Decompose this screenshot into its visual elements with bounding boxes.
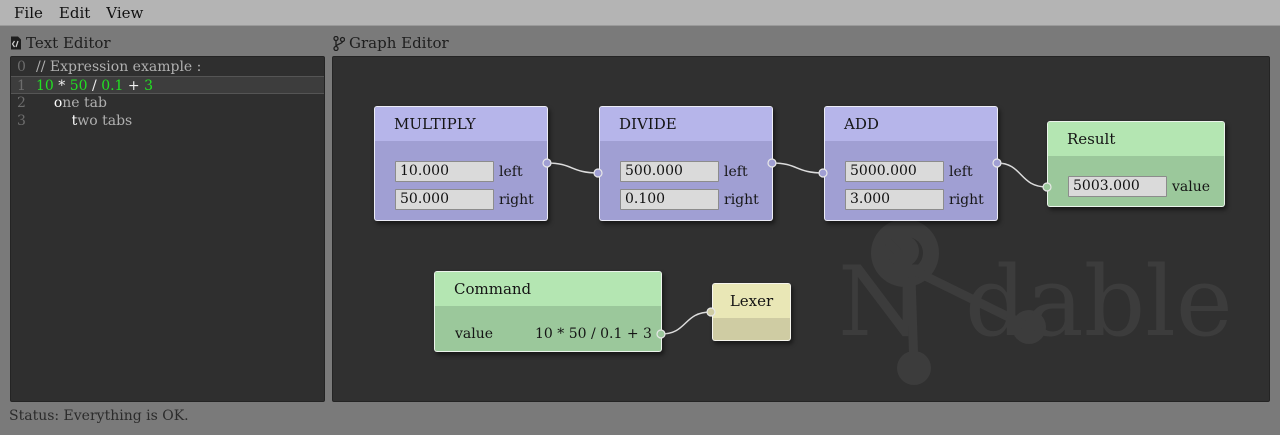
code-text: wo tabs <box>77 113 133 129</box>
divide-input-connector <box>593 168 603 178</box>
line-number: 1 <box>17 78 26 94</box>
divide-output-connector <box>767 158 777 168</box>
token-operator: * <box>53 78 70 94</box>
graph-editor-title: Graph Editor <box>333 34 449 52</box>
connectors-layer <box>542 158 1052 339</box>
text-editor-title: Text Editor <box>10 34 111 52</box>
token-operator: + <box>123 78 145 94</box>
menu-view[interactable]: View <box>98 4 151 22</box>
line-number: 3 <box>17 113 26 129</box>
lexer-input-connector <box>706 307 716 317</box>
status-bar: Status: Everything is OK. <box>9 408 189 424</box>
token-number: 0.1 <box>101 78 124 94</box>
menu-file[interactable]: File <box>6 4 51 22</box>
text-editor-label: Text Editor <box>26 34 111 52</box>
token-number: 10 <box>36 78 54 94</box>
line-number: 2 <box>17 95 26 111</box>
line-number: 0 <box>17 59 26 75</box>
code-comment: // Expression example : <box>36 59 202 75</box>
menu-edit[interactable]: Edit <box>51 4 98 22</box>
code-line-0[interactable]: 0 // Expression example : <box>11 58 324 76</box>
code-line-2[interactable]: 2 o ne tab <box>11 94 324 112</box>
token-number: 50 <box>69 78 88 94</box>
code-text: ne tab <box>62 95 107 111</box>
command-output-connector <box>656 329 666 339</box>
add-input-connector <box>818 168 828 178</box>
code-line-3[interactable]: 3 t wo tabs <box>11 112 324 130</box>
result-input-connector <box>1042 182 1052 192</box>
code-line-1[interactable]: 1 10 * 50 / 0.1 + 3 <box>11 76 324 94</box>
token-operator: / <box>87 78 102 94</box>
code-file-icon <box>11 36 21 50</box>
graph-canvas[interactable]: N dable MULTIPLY 10.000 left 50.000 righ… <box>332 56 1270 402</box>
multiply-output-connector <box>542 158 552 168</box>
branch-icon <box>333 35 345 51</box>
graph-editor-label: Graph Editor <box>349 34 449 52</box>
menu-bar: File Edit View <box>0 0 1280 26</box>
token-number: 3 <box>144 78 154 94</box>
text-cursor: o <box>53 95 63 111</box>
text-editor[interactable]: 0 // Expression example : 1 10 * 50 / 0.… <box>10 56 325 402</box>
add-output-connector <box>992 158 1002 168</box>
